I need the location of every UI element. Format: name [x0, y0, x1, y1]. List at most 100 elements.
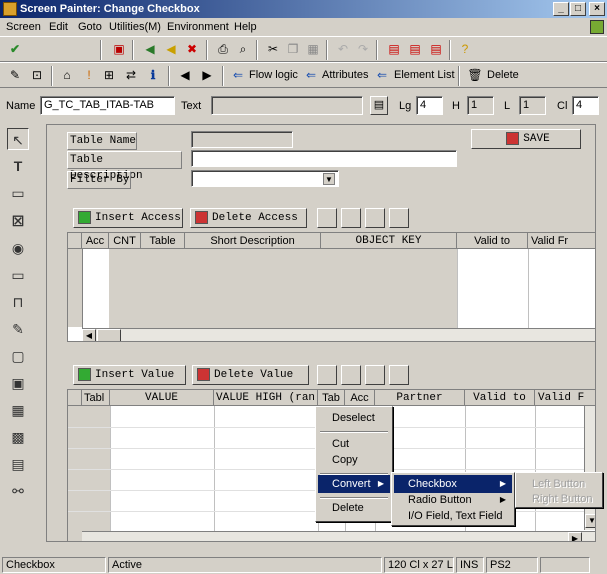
- menu-item-deselect[interactable]: Deselect: [318, 409, 390, 427]
- status-icon-tool-icon[interactable]: ⚯: [7, 480, 29, 502]
- menu-utilities[interactable]: Utilities(M): [109, 18, 161, 36]
- column-cnt[interactable]: CNT: [109, 233, 141, 249]
- scroll-thumb[interactable]: [97, 329, 121, 341]
- flow-icon[interactable]: ⇄: [122, 66, 140, 84]
- box-tool-icon[interactable]: ▢: [7, 345, 29, 367]
- menu-edit[interactable]: Edit: [49, 18, 68, 36]
- column-valid-from[interactable]: Valid Fr: [528, 233, 595, 249]
- menu-help[interactable]: Help: [234, 18, 257, 36]
- select-all-icon[interactable]: [317, 208, 337, 228]
- enter-icon[interactable]: ✔: [6, 40, 24, 58]
- menu-item-convert[interactable]: Convert ▶: [318, 475, 390, 493]
- cut-icon[interactable]: ✂: [264, 40, 282, 58]
- marker-icon[interactable]: ǃ: [80, 66, 98, 84]
- save-icon[interactable]: ▣: [110, 40, 128, 58]
- submenu-item-right-button[interactable]: Right Button: [518, 490, 600, 508]
- copy-icon[interactable]: ❐: [284, 40, 302, 58]
- previous-icon[interactable]: ◀: [176, 66, 194, 84]
- pushbutton-tool-icon[interactable]: ▭: [7, 264, 29, 286]
- next-icon[interactable]: ▶: [198, 66, 216, 84]
- table-wizard-icon[interactable]: ▩: [7, 426, 29, 448]
- page-up-icon[interactable]: [365, 208, 385, 228]
- menu-screen[interactable]: Screen: [6, 18, 41, 36]
- menu-goto[interactable]: Goto: [78, 18, 102, 36]
- redo-icon[interactable]: ↷: [354, 40, 372, 58]
- filter-by-dropdown[interactable]: [191, 170, 339, 187]
- scroll-left-icon[interactable]: ◀: [82, 329, 96, 341]
- tabstrip-tool-icon[interactable]: ⊓: [7, 291, 29, 313]
- window-icon[interactable]: ▤: [385, 40, 403, 58]
- save-button[interactable]: SAVE: [471, 129, 581, 149]
- delete-button[interactable]: Delete: [487, 66, 519, 84]
- column-tabl[interactable]: Tabl: [82, 390, 110, 406]
- deselect-all-icon-2[interactable]: [341, 365, 361, 385]
- input-field-tool-icon[interactable]: ▭: [7, 182, 29, 204]
- flow-logic-button[interactable]: Flow logic: [249, 66, 298, 84]
- lg-field[interactable]: 4: [416, 96, 443, 115]
- text-dictionary-button[interactable]: ▤: [370, 96, 388, 115]
- submenu-item-io-field[interactable]: I/O Field, Text Field: [394, 507, 512, 525]
- column-valid-to-2[interactable]: Valid to: [465, 390, 535, 406]
- subscreen-tool-icon[interactable]: ▣: [7, 372, 29, 394]
- column-valid-to[interactable]: Valid to: [457, 233, 528, 249]
- row-selectors[interactable]: [68, 249, 82, 327]
- column-table[interactable]: Table: [141, 233, 185, 249]
- delete-access-button[interactable]: Delete Access: [190, 208, 307, 228]
- page-down-icon-2[interactable]: [389, 365, 409, 385]
- delete-value-button[interactable]: Delete Value: [192, 365, 309, 385]
- screen-icon[interactable]: ⊡: [28, 66, 46, 84]
- back-icon[interactable]: ◀: [141, 40, 159, 58]
- custom-control-tool-icon[interactable]: ▤: [7, 453, 29, 475]
- insert-value-button[interactable]: Insert Value: [73, 365, 186, 385]
- horizontal-scrollbar-2[interactable]: ▶: [82, 531, 595, 541]
- table-control-tool-icon[interactable]: ▦: [7, 399, 29, 421]
- deselect-all-icon[interactable]: [341, 208, 361, 228]
- tools-icon[interactable]: ✎: [6, 66, 24, 84]
- name-field[interactable]: G_TC_TAB_ITAB-TAB: [40, 96, 175, 115]
- hierarchy-icon[interactable]: ⌂: [58, 66, 76, 84]
- column-value[interactable]: VALUE: [110, 390, 214, 406]
- horizontal-scrollbar[interactable]: ◀: [82, 328, 595, 341]
- radio-button-tool-icon[interactable]: ◉: [7, 237, 29, 259]
- scroll-right-icon[interactable]: ▶: [568, 532, 582, 541]
- page-up-icon-2[interactable]: [365, 365, 385, 385]
- menu-environment[interactable]: Environment: [167, 18, 229, 36]
- select-pointer-icon[interactable]: ↖: [7, 128, 29, 150]
- text-field-tool-icon[interactable]: T: [7, 155, 29, 177]
- close-button[interactable]: ×: [589, 2, 605, 16]
- help-icon[interactable]: ?: [456, 40, 474, 58]
- column-short-description[interactable]: Short Description: [185, 233, 321, 249]
- maximize-button[interactable]: □: [570, 2, 586, 16]
- cancel-icon[interactable]: ✖: [183, 40, 201, 58]
- table-name-field[interactable]: [191, 131, 293, 148]
- minimize-button[interactable]: _: [553, 2, 569, 16]
- column-acc-2[interactable]: Acc: [345, 390, 375, 406]
- menu-item-delete[interactable]: Delete: [318, 499, 390, 517]
- dropdown-arrow-icon[interactable]: ▼: [323, 173, 335, 185]
- menu-item-copy[interactable]: Copy: [318, 451, 390, 469]
- table-row-selector[interactable]: [68, 233, 82, 249]
- scroll-down-icon[interactable]: ▼: [585, 514, 595, 528]
- info-icon[interactable]: ℹ: [144, 66, 162, 84]
- paste-icon[interactable]: ▦: [304, 40, 322, 58]
- h-field[interactable]: 1: [467, 96, 494, 115]
- layout-icon[interactable]: ⊞: [100, 66, 118, 84]
- attributes-button[interactable]: Attributes: [322, 66, 368, 84]
- element-list-button[interactable]: Element List: [394, 66, 455, 84]
- insert-access-button[interactable]: Insert Access: [73, 208, 183, 228]
- select-all-icon-2[interactable]: [317, 365, 337, 385]
- undo-icon[interactable]: ↶: [334, 40, 352, 58]
- column-acc[interactable]: Acc: [82, 233, 109, 249]
- text-field[interactable]: [211, 96, 363, 115]
- column-partner[interactable]: Partner: [375, 390, 465, 406]
- vertical-scrollbar[interactable]: ▼: [584, 406, 595, 530]
- exit-icon[interactable]: ◀: [162, 40, 180, 58]
- column-valid-from-2[interactable]: Valid F: [535, 390, 595, 406]
- access-table[interactable]: Acc CNT Table Short Description OBJECT K…: [67, 232, 595, 342]
- print-icon[interactable]: ⎙: [214, 40, 232, 58]
- page-down-icon[interactable]: [389, 208, 409, 228]
- column-object-key[interactable]: OBJECT KEY: [321, 233, 457, 249]
- window3-icon[interactable]: ▤: [427, 40, 445, 58]
- find-icon[interactable]: ⌕: [234, 40, 252, 58]
- column-value-high[interactable]: VALUE HIGH (ran: [214, 390, 318, 406]
